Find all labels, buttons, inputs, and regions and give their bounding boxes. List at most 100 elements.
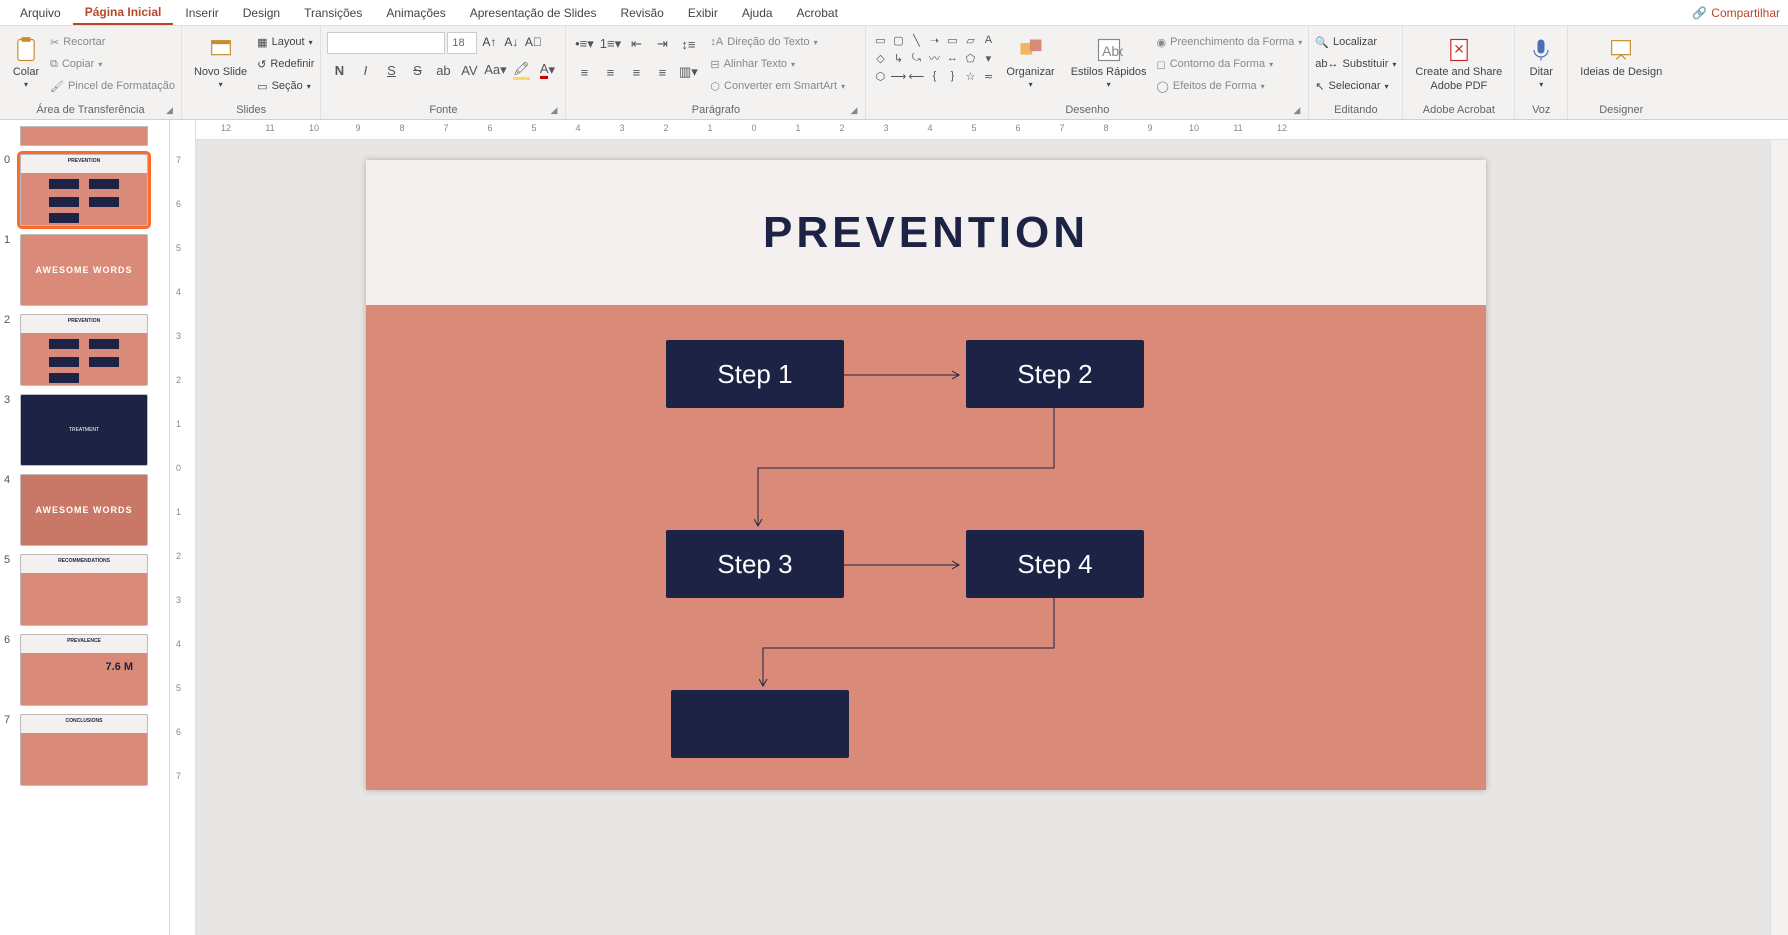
numbering-button[interactable]: 1≡▾: [598, 32, 622, 56]
align-left-button[interactable]: ≡: [572, 60, 596, 84]
slide[interactable]: PREVENTION Step 1 Step 2 Step 3 Step 4: [366, 160, 1486, 790]
shape-fill-button[interactable]: ◉Preenchimento da Forma▾: [1157, 32, 1303, 52]
clear-format-button[interactable]: A⃠: [523, 32, 543, 52]
justify-button[interactable]: ≡: [650, 60, 674, 84]
group-voice: Ditar▾ Voz: [1515, 26, 1568, 119]
group-designer: Ideias de Design Designer: [1568, 26, 1674, 119]
cut-button[interactable]: ✂Recortar: [50, 32, 175, 52]
highlight-button[interactable]: 🖍: [509, 58, 533, 82]
dictate-button[interactable]: Ditar▾: [1521, 32, 1561, 89]
tab-inserir[interactable]: Inserir: [173, 2, 230, 24]
font-name-input[interactable]: [327, 32, 445, 54]
step-4-box[interactable]: Step 4: [966, 530, 1144, 598]
tab-acrobat[interactable]: Acrobat: [785, 2, 850, 24]
slide-thumbnail[interactable]: TREATMENT: [20, 394, 148, 466]
paragraph-launcher[interactable]: ◢: [851, 105, 858, 116]
new-slide-icon: [207, 36, 235, 64]
slide-title[interactable]: PREVENTION: [763, 208, 1089, 258]
select-button[interactable]: ↖Selecionar▾: [1315, 76, 1396, 96]
copy-button[interactable]: ⧉Copiar▾: [50, 54, 175, 74]
tab-exibir[interactable]: Exibir: [676, 2, 730, 24]
ruler-vertical: 765432101234567: [170, 140, 196, 935]
share-button[interactable]: 🔗 Compartilhar: [1692, 6, 1780, 20]
thumb-number: 1: [4, 234, 10, 246]
increase-font-button[interactable]: A↑: [479, 32, 499, 52]
group-drawing: ▭▢╲➝▭▱A ◇↳⤿〰↔⬠▾ ⬡⟶⟵{}☆≂ Organizar▾ Abc E…: [866, 26, 1309, 119]
arrow-1-2: [844, 370, 966, 380]
italic-button[interactable]: I: [353, 58, 377, 82]
step-5-box[interactable]: [671, 690, 849, 758]
line-spacing-button[interactable]: ↕≡: [676, 32, 700, 56]
replace-button[interactable]: ab↔Substituir▾: [1315, 54, 1396, 74]
step-2-box[interactable]: Step 2: [966, 340, 1144, 408]
tab-transicoes[interactable]: Transições: [292, 2, 374, 24]
thumb-number: 7: [4, 714, 10, 726]
underline-button[interactable]: S: [379, 58, 403, 82]
group-label-editing: Editando: [1334, 104, 1377, 116]
tab-arquivo[interactable]: Arquivo: [8, 2, 73, 24]
thumb-number: 5: [4, 554, 10, 566]
align-center-button[interactable]: ≡: [598, 60, 622, 84]
columns-button[interactable]: ▥▾: [676, 60, 700, 84]
change-case-button[interactable]: Aa▾: [483, 58, 507, 82]
quick-styles-button[interactable]: Abc Estilos Rápidos▾: [1065, 32, 1153, 89]
slide-thumbnail[interactable]: PREVENTION: [20, 314, 148, 386]
tab-animacoes[interactable]: Animações: [374, 2, 457, 24]
design-ideas-button[interactable]: Ideias de Design: [1574, 32, 1668, 78]
vertical-scrollbar[interactable]: [1770, 140, 1788, 935]
align-right-button[interactable]: ≡: [624, 60, 648, 84]
tab-ajuda[interactable]: Ajuda: [730, 2, 785, 24]
decrease-indent-button[interactable]: ⇤: [624, 32, 648, 56]
shapes-gallery[interactable]: ▭▢╲➝▭▱A ◇↳⤿〰↔⬠▾ ⬡⟶⟵{}☆≂: [872, 32, 996, 84]
decrease-font-button[interactable]: A↓: [501, 32, 521, 52]
clipboard-launcher[interactable]: ◢: [166, 105, 173, 116]
reset-icon: ↺: [257, 58, 266, 71]
bold-button[interactable]: N: [327, 58, 351, 82]
format-painter-button[interactable]: 🖌Pincel de Formatação: [50, 76, 175, 96]
bullets-button[interactable]: •≡▾: [572, 32, 596, 56]
text-direction-button[interactable]: ↕ADireção do Texto▾: [710, 32, 845, 52]
slide-thumbnail[interactable]: CONCLUSIONS: [20, 714, 148, 786]
reset-button[interactable]: ↺Redefinir: [257, 54, 314, 74]
tab-revisao[interactable]: Revisão: [608, 2, 675, 24]
slide-thumbnail[interactable]: PREVENTION: [20, 154, 148, 226]
share-label: Compartilhar: [1711, 6, 1780, 20]
thumb-number: 3: [4, 394, 10, 406]
smartart-icon: ⬡: [710, 80, 720, 93]
tab-apresentacao[interactable]: Apresentação de Slides: [458, 2, 609, 24]
font-color-button[interactable]: A▾: [535, 58, 559, 82]
group-label-voice: Voz: [1532, 104, 1550, 116]
char-spacing-button[interactable]: AV: [457, 58, 481, 82]
layout-button[interactable]: ▦Layout▾: [257, 32, 314, 52]
font-launcher[interactable]: ◢: [551, 105, 558, 116]
slide-canvas[interactable]: PREVENTION Step 1 Step 2 Step 3 Step 4: [196, 140, 1770, 935]
text-shadow-button[interactable]: ab: [431, 58, 455, 82]
slide-thumbnails-pane[interactable]: 0PREVENTION1AWESOME WORDS2PREVENTION3TRE…: [0, 120, 170, 935]
paste-button[interactable]: Colar ▾: [6, 32, 46, 89]
increase-indent-button[interactable]: ⇥: [650, 32, 674, 56]
step-1-box[interactable]: Step 1: [666, 340, 844, 408]
tab-pagina-inicial[interactable]: Página Inicial: [73, 1, 174, 25]
section-button[interactable]: ▭Seção▾: [257, 76, 314, 96]
copy-icon: ⧉: [50, 58, 58, 71]
thumb-prev[interactable]: [20, 126, 148, 146]
slide-thumbnail[interactable]: PREVALENCE7.6 M: [20, 634, 148, 706]
find-button[interactable]: 🔍Localizar: [1315, 32, 1396, 52]
create-share-pdf-button[interactable]: Create and Share Adobe PDF: [1409, 32, 1508, 92]
convert-smartart-button[interactable]: ⬡Converter em SmartArt▾: [710, 76, 845, 96]
drawing-launcher[interactable]: ◢: [1293, 105, 1300, 116]
step-3-box[interactable]: Step 3: [666, 530, 844, 598]
shape-effects-button[interactable]: ◯Efeitos de Forma▾: [1157, 76, 1303, 96]
shape-outline-button[interactable]: ◻Contorno da Forma▾: [1157, 54, 1303, 74]
new-slide-button[interactable]: Novo Slide ▾: [188, 32, 253, 89]
align-text-button[interactable]: ⊟Alinhar Texto▾: [710, 54, 845, 74]
tab-design[interactable]: Design: [231, 2, 292, 24]
find-icon: 🔍: [1315, 36, 1329, 49]
slide-thumbnail[interactable]: RECOMMENDATIONS: [20, 554, 148, 626]
slide-thumbnail[interactable]: AWESOME WORDS: [20, 234, 148, 306]
strike-button[interactable]: S: [405, 58, 429, 82]
font-size-input[interactable]: [447, 32, 477, 54]
arrange-button[interactable]: Organizar▾: [1000, 32, 1060, 89]
slide-thumbnail[interactable]: AWESOME WORDS: [20, 474, 148, 546]
group-label-clipboard: Área de Transferência: [36, 104, 144, 116]
